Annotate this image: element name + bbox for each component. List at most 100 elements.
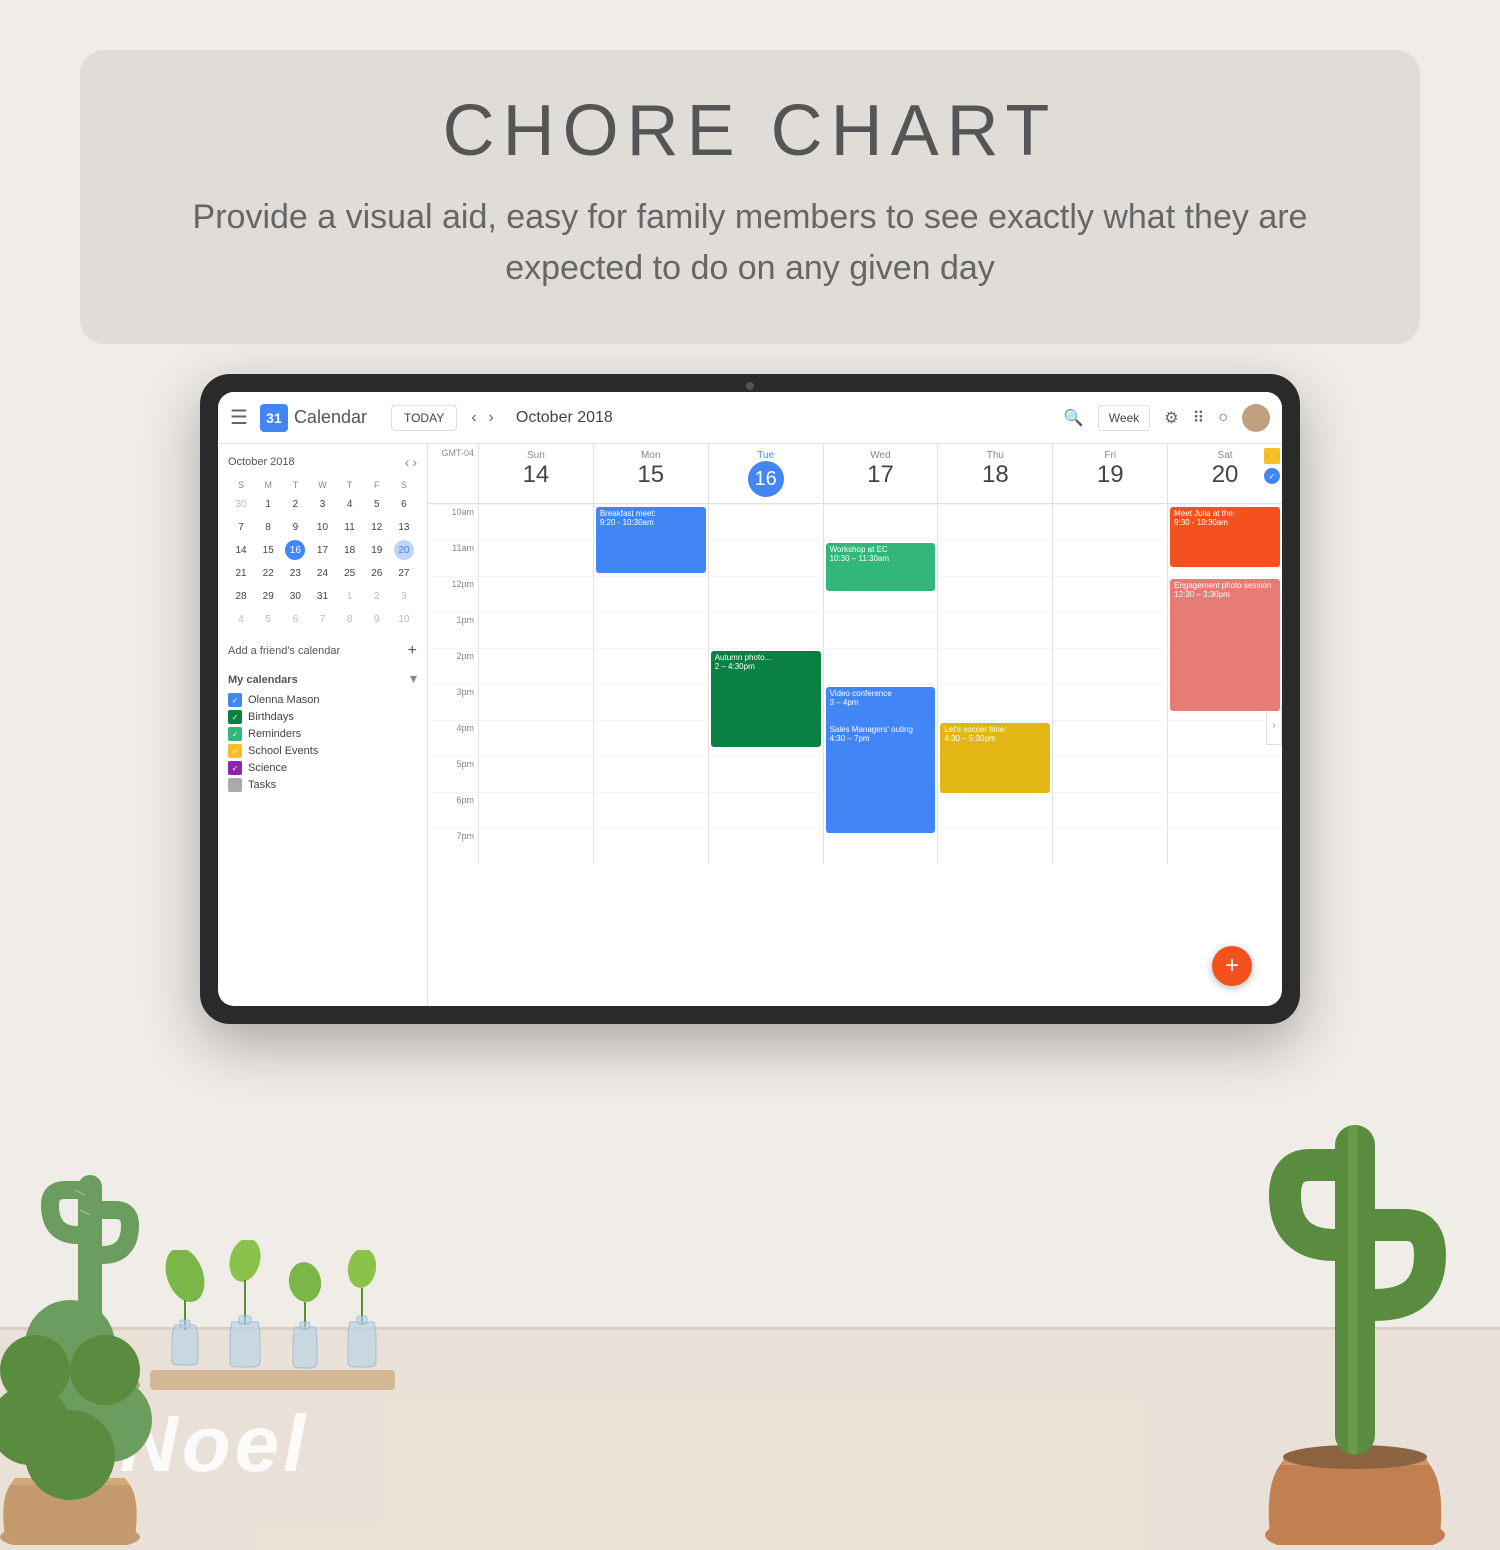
mini-day[interactable]: 10: [312, 517, 332, 537]
time-cell-sun-11[interactable]: [478, 540, 593, 576]
event-sales[interactable]: Sales Managers' outing 4:30 – 7pm: [826, 723, 936, 833]
week-view-button[interactable]: Week: [1098, 405, 1150, 431]
mini-day[interactable]: 1: [258, 494, 278, 514]
mini-day[interactable]: 3: [394, 586, 414, 606]
calendar-item-reminders[interactable]: ✓ Reminders: [228, 727, 417, 741]
time-cell-wed-4[interactable]: Sales Managers' outing 4:30 – 7pm: [823, 720, 938, 756]
mini-day[interactable]: 4: [340, 494, 360, 514]
time-cell-fri-12[interactable]: [1052, 576, 1167, 612]
calendar-item-olenna[interactable]: ✓ Olenna Mason: [228, 693, 417, 707]
time-cell-wed-7[interactable]: [823, 828, 938, 864]
mini-day[interactable]: 17: [312, 540, 332, 560]
time-cell-sun-10[interactable]: [478, 504, 593, 540]
event-workshop[interactable]: Workshop at EC 10:30 – 11:30am: [826, 543, 936, 591]
today-button[interactable]: TODAY: [391, 405, 457, 431]
time-cell-fri-5[interactable]: [1052, 756, 1167, 792]
mini-day[interactable]: 29: [258, 586, 278, 606]
time-cell-thu-12[interactable]: [937, 576, 1052, 612]
time-cell-wed-1[interactable]: [823, 612, 938, 648]
time-cell-sat-7[interactable]: [1167, 828, 1282, 864]
mini-day[interactable]: 26: [367, 563, 387, 583]
mini-day[interactable]: 30: [231, 494, 251, 514]
mini-day[interactable]: 7: [231, 517, 251, 537]
time-cell-thu-10[interactable]: [937, 504, 1052, 540]
time-cell-mon-2[interactable]: [593, 648, 708, 684]
time-cell-sun-4[interactable]: [478, 720, 593, 756]
mini-day[interactable]: 2: [285, 494, 305, 514]
time-cell-wed-2[interactable]: [823, 648, 938, 684]
time-cell-sun-7[interactable]: [478, 828, 593, 864]
mini-day[interactable]: 9: [285, 517, 305, 537]
time-cell-sat-5[interactable]: [1167, 756, 1282, 792]
account-icon[interactable]: ○: [1218, 409, 1228, 427]
time-cell-sun-1[interactable]: [478, 612, 593, 648]
event-meet-julia[interactable]: Meet Julia at the: 9:30 - 10:30am: [1170, 507, 1280, 567]
avatar[interactable]: [1242, 404, 1270, 432]
mini-day[interactable]: 23: [285, 563, 305, 583]
mini-day[interactable]: 28: [231, 586, 251, 606]
checkbox-reminders[interactable]: ✓: [228, 727, 242, 741]
event-breakfast[interactable]: Breakfast meet: 9:20 - 10:30am: [596, 507, 706, 573]
time-cell-fri-6[interactable]: [1052, 792, 1167, 828]
time-cell-sun-5[interactable]: [478, 756, 593, 792]
apps-icon[interactable]: ⠿: [1193, 408, 1205, 428]
mini-day[interactable]: 7: [312, 609, 332, 629]
fab-button[interactable]: +: [1212, 946, 1252, 986]
event-soccer[interactable]: Let's soccer time: 4:30 – 5:30pm: [940, 723, 1050, 793]
time-cell-fri-1[interactable]: [1052, 612, 1167, 648]
time-cell-fri-10[interactable]: [1052, 504, 1167, 540]
settings-icon[interactable]: ⚙: [1164, 408, 1178, 428]
checkbox-school-events[interactable]: ✓: [228, 744, 242, 758]
time-cell-thu-7[interactable]: [937, 828, 1052, 864]
time-cell-mon-10[interactable]: Breakfast meet: 9:20 - 10:30am: [593, 504, 708, 540]
mini-day[interactable]: 1: [340, 586, 360, 606]
mini-day[interactable]: 8: [340, 609, 360, 629]
time-cell-thu-11[interactable]: [937, 540, 1052, 576]
time-cell-mon-5[interactable]: [593, 756, 708, 792]
nav-back-icon[interactable]: ‹: [471, 409, 476, 427]
time-cell-thu-1[interactable]: [937, 612, 1052, 648]
add-friend-calendar[interactable]: Add a friend's calendar +: [228, 642, 417, 660]
mini-day[interactable]: 12: [367, 517, 387, 537]
calendar-item-birthdays[interactable]: ✓ Birthdays: [228, 710, 417, 724]
nav-forward-icon[interactable]: ›: [489, 409, 494, 427]
time-cell-wed-10[interactable]: [823, 504, 938, 540]
mini-day[interactable]: 31: [312, 586, 332, 606]
mini-day[interactable]: 21: [231, 563, 251, 583]
checkbox-tasks[interactable]: [228, 778, 242, 792]
checkbox-science[interactable]: ✓: [228, 761, 242, 775]
search-icon[interactable]: 🔍: [1064, 408, 1084, 428]
mini-day[interactable]: 18: [340, 540, 360, 560]
time-cell-wed-3[interactable]: Video conference 3 – 4pm: [823, 684, 938, 720]
time-cell-sun-6[interactable]: [478, 792, 593, 828]
mini-day[interactable]: 4: [231, 609, 251, 629]
mini-day[interactable]: 14: [231, 540, 251, 560]
mini-day-selected[interactable]: 20: [394, 540, 414, 560]
time-cell-sun-2[interactable]: [478, 648, 593, 684]
time-cell-tue-2[interactable]: Autumn photo... 2 – 4:30pm: [708, 648, 823, 684]
time-cell-sat-10[interactable]: Meet Julia at the: 9:30 - 10:30am: [1167, 504, 1282, 540]
event-engagement[interactable]: Engagement photo session 12:30 – 3:30pm: [1170, 579, 1280, 711]
expand-button[interactable]: ›: [1266, 705, 1282, 745]
time-cell-mon-3[interactable]: [593, 684, 708, 720]
time-cell-tue-7[interactable]: [708, 828, 823, 864]
time-cell-mon-1[interactable]: [593, 612, 708, 648]
mini-day[interactable]: 6: [394, 494, 414, 514]
mini-day[interactable]: 30: [285, 586, 305, 606]
menu-icon[interactable]: ☰: [230, 405, 248, 430]
time-cell-tue-10[interactable]: [708, 504, 823, 540]
time-cell-thu-3[interactable]: [937, 684, 1052, 720]
time-cell-fri-3[interactable]: [1052, 684, 1167, 720]
time-cell-wed-11[interactable]: Workshop at EC 10:30 – 11:30am: [823, 540, 938, 576]
time-cell-fri-4[interactable]: [1052, 720, 1167, 756]
time-cell-mon-7[interactable]: [593, 828, 708, 864]
time-cell-tue-5[interactable]: [708, 756, 823, 792]
mini-day[interactable]: 22: [258, 563, 278, 583]
time-cell-fri-2[interactable]: [1052, 648, 1167, 684]
time-cell-fri-11[interactable]: [1052, 540, 1167, 576]
mini-day[interactable]: 11: [340, 517, 360, 537]
time-cell-tue-11[interactable]: [708, 540, 823, 576]
time-cell-sun-12[interactable]: [478, 576, 593, 612]
mini-nav-back[interactable]: ‹: [405, 454, 410, 470]
add-icon[interactable]: +: [408, 642, 417, 660]
